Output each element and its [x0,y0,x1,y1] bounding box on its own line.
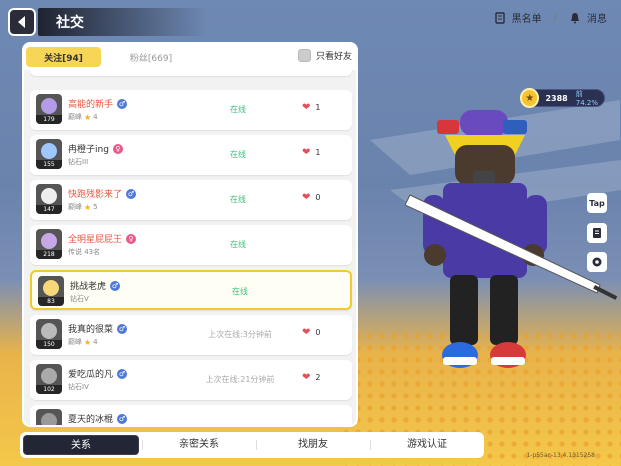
female-icon: ♀ [126,233,137,244]
currency-value: 2388 [545,93,568,103]
version-text: 1-p55ac-13.4.1315258 [526,452,595,459]
messages-link[interactable]: 消息 [587,10,607,25]
likes-count: 1 [315,103,321,112]
star-icon: ★ [84,337,92,347]
star-icon: ★ [84,202,92,212]
avatar[interactable]: 218 [36,229,62,259]
top-bar: 社交 黑名单 / 消息 [0,0,621,36]
friends-only-checkbox[interactable] [297,49,311,62]
avatar[interactable]: 83 [38,276,64,306]
likes-count: 0 [315,193,321,202]
likes-count: 1 [315,148,321,157]
star-count: 4 [93,113,98,121]
friends-only-toggle[interactable]: 只看好友 [297,49,352,62]
friend-name: 爱吃瓜的凡 [68,370,114,380]
bell-icon [571,12,579,23]
female-icon: ♀ [112,143,123,154]
friend-name: 全明星屁屁王 [68,235,123,245]
friends-only-label: 只看好友 [315,52,352,62]
status-text: 上次在线:3分钟前 [208,330,272,339]
rank-label: 钻石IV [68,383,89,391]
list-item[interactable]: 83 挑战老虎 ♂ 钻石V 在线 [30,270,352,310]
male-icon: ♂ [126,188,137,199]
rank-label: 巅峰 [68,338,82,346]
male-icon: ♂ [117,413,128,424]
list-item[interactable]: 155 冉橙子ing ♀ 钻石III 在线 ❤ 1 [30,135,352,175]
level-badge: 102 [36,385,62,394]
status-text: 在线 [232,287,248,296]
nav-relations[interactable]: 关系 [23,435,139,455]
male-icon: ♂ [117,98,128,109]
level-badge: 150 [36,340,62,349]
blacklist-icon [494,11,505,24]
star-count: 4 [93,338,98,346]
status-text: 在线 [230,105,246,114]
separator: / [553,12,557,23]
friend-name: 夏天的冰棍 [68,415,114,425]
avatar[interactable]: 179 [36,94,62,124]
page-title: 社交 [56,15,84,31]
rank-label: 钻石V [70,295,89,303]
friend-name: 挑战老虎 [70,282,107,292]
tab-fans[interactable]: 粉丝[669] [106,51,196,64]
level-badge: 218 [36,250,62,259]
rank-label: 传说 43名 [68,248,101,256]
list-item[interactable]: 218 全明星屁屁王 ♀ 传说 43名 在线 [30,225,352,265]
rank-label: 钻石III [68,158,89,166]
friend-name: 快跑残影来了 [68,190,123,200]
tab-following[interactable]: 关注[94] [26,47,101,67]
list-item[interactable]: 150 我真的很菜 ♂ 巅峰 ★ 4 上次在线:3分钟前 ❤ 0 [30,315,352,355]
list-item[interactable] [30,70,352,76]
back-button[interactable] [8,8,36,36]
level-badge: 147 [36,205,62,214]
status-text: 上次在线:21分钟前 [205,375,275,384]
top-right-actions: 黑名单 / 消息 [494,10,607,25]
heart-icon[interactable]: ❤ [302,102,310,113]
avatar[interactable]: 102 [36,364,62,394]
heart-icon[interactable]: ❤ [302,327,310,338]
heart-icon[interactable]: ❤ [302,372,310,383]
male-icon: ♂ [110,280,121,291]
status-text: 在线 [230,240,246,249]
likes-count: 2 [315,373,321,382]
avatar[interactable] [36,409,62,425]
friend-list[interactable]: 179 高能的新手 ♂ 巅峰 ★ 4 在线 ❤ 1 155 冉橙子ing ♀ 钻石III … [24,70,356,425]
avatar[interactable]: 155 [36,139,62,169]
heart-icon[interactable]: ❤ [302,147,310,158]
status-text: 在线 [230,195,246,204]
friend-name: 冉橙子ing [68,145,109,155]
nav-verify[interactable]: 游戏认证 [370,432,484,458]
friend-name: 高能的新手 [68,100,114,110]
star-icon: ★ [84,112,92,122]
blacklist-link[interactable]: 黑名单 [512,10,542,25]
social-panel: 关注[94] 粉丝[669] 只看好友 179 高能的新手 ♂ 巅峰 ★ 4 在线 ❤… [22,42,358,427]
follow-tabs: 关注[94] 粉丝[669] 只看好友 [24,44,356,70]
player-character [405,110,618,368]
rank-label: 巅峰 [68,203,82,211]
list-item[interactable]: 147 快跑残影来了 ♂ 巅峰 ★ 5 在线 ❤ 0 [30,180,352,220]
back-arrow-icon [18,16,25,28]
nav-find-friends[interactable]: 找朋友 [256,432,370,458]
level-badge: 83 [38,297,64,306]
nav-intimate[interactable]: 亲密关系 [142,432,256,458]
rank-label: 巅峰 [68,113,82,121]
level-badge: 155 [36,160,62,169]
avatar[interactable]: 147 [36,184,62,214]
list-item[interactable]: 夏天的冰棍 ♂ [30,405,352,425]
status-text: 在线 [230,150,246,159]
list-item[interactable]: 102 爱吃瓜的凡 ♂ 钻石IV 上次在线:21分钟前 ❤ 2 [30,360,352,400]
likes-count: 0 [315,328,321,337]
level-badge: 179 [36,115,62,124]
heart-icon[interactable]: ❤ [302,192,310,203]
avatar[interactable]: 150 [36,319,62,349]
bottom-nav: 关系 亲密关系 找朋友 游戏认证 [20,432,484,458]
male-icon: ♂ [117,323,128,334]
list-item[interactable]: 179 高能的新手 ♂ 巅峰 ★ 4 在线 ❤ 1 [30,90,352,130]
star-count: 5 [93,203,98,211]
male-icon: ♂ [117,368,128,379]
friend-name: 我真的很菜 [68,325,114,335]
